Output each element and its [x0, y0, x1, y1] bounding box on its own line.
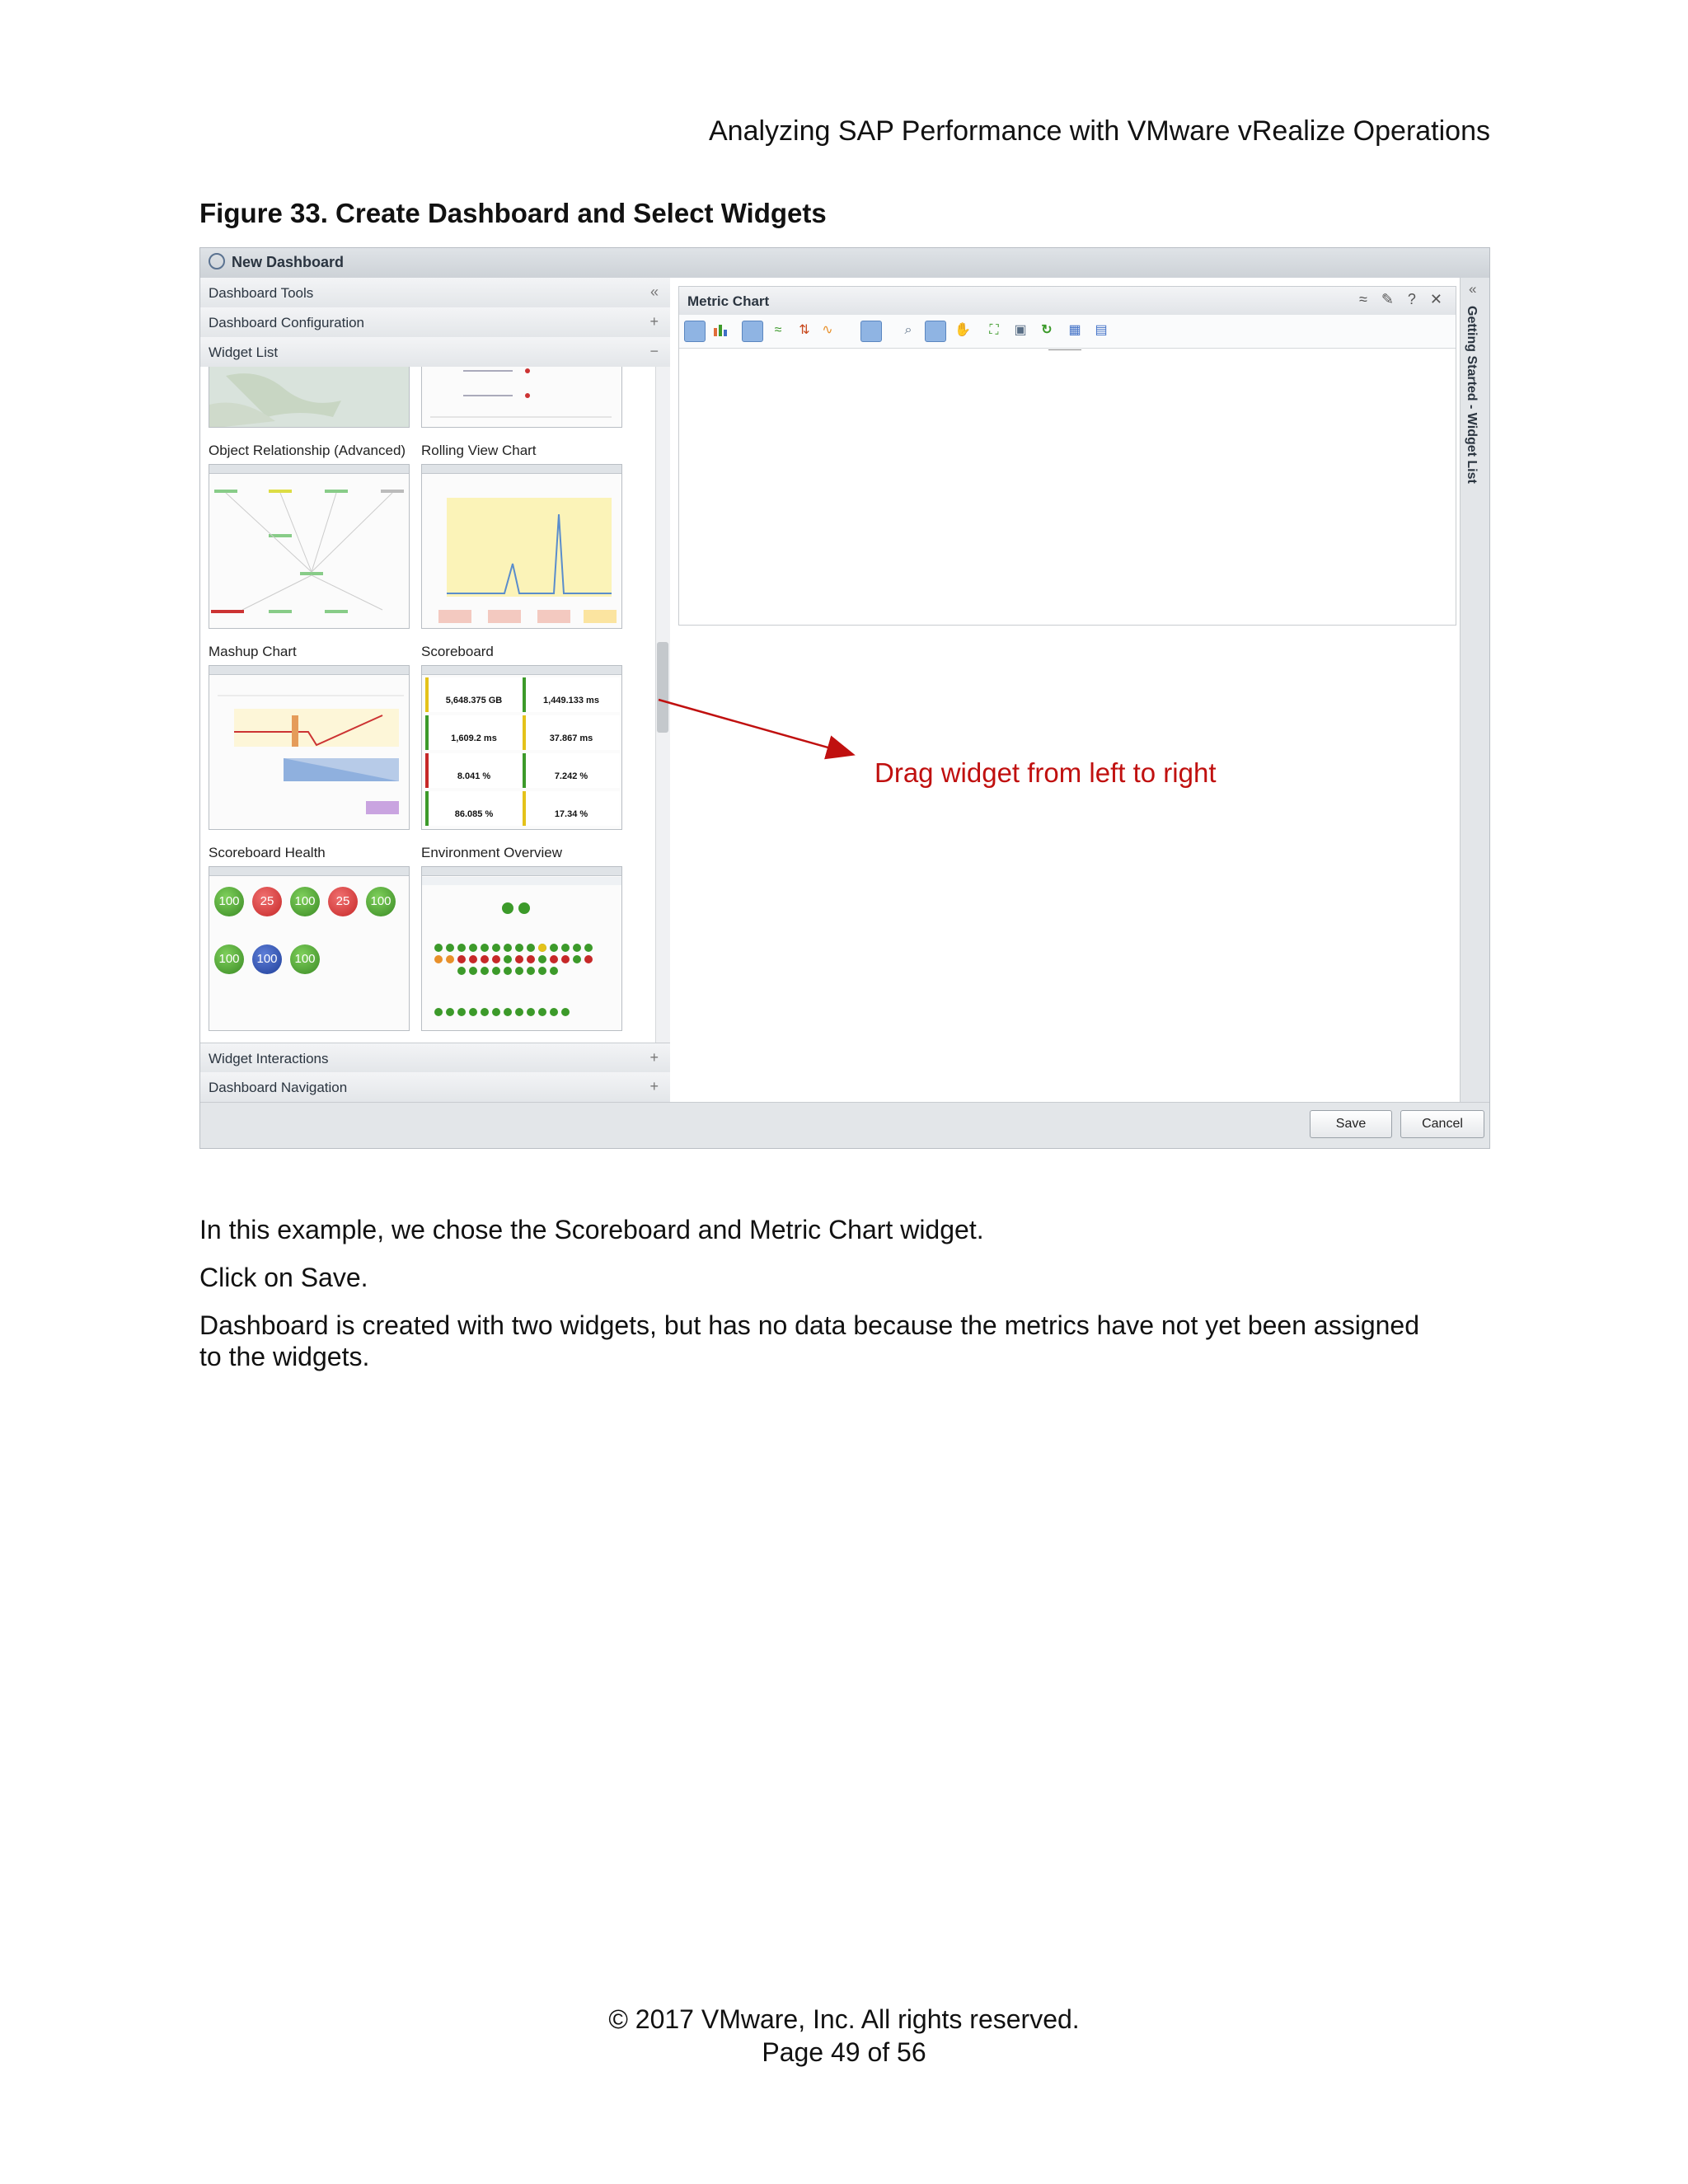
cancel-button[interactable]: Cancel: [1400, 1110, 1484, 1138]
drag-arrow: [658, 698, 856, 760]
body-paragraph-continued: to the widgets.: [199, 1342, 370, 1371]
body-paragraph: Click on Save.: [199, 1263, 368, 1292]
body-paragraph: Dashboard is created with two widgets, b…: [199, 1310, 1419, 1340]
document-header: Analyzing SAP Performance with VMware vR…: [708, 115, 1490, 147]
page-number: Page 49 of 56: [762, 2037, 926, 2067]
dialog-footer: Save Cancel: [200, 1102, 1489, 1148]
figure-caption: Figure 33. Create Dashboard and Select W…: [199, 198, 827, 228]
annotation-text: Drag widget from left to right: [874, 757, 1217, 788]
copyright: © 2017 VMware, Inc. All rights reserved.: [608, 2004, 1080, 2034]
save-button[interactable]: Save: [1310, 1110, 1392, 1138]
dashboard-screenshot: New Dashboard Dashboard Tools « Dashboar…: [199, 247, 1490, 1149]
body-paragraph: In this example, we chose the Scoreboard…: [199, 1215, 984, 1244]
